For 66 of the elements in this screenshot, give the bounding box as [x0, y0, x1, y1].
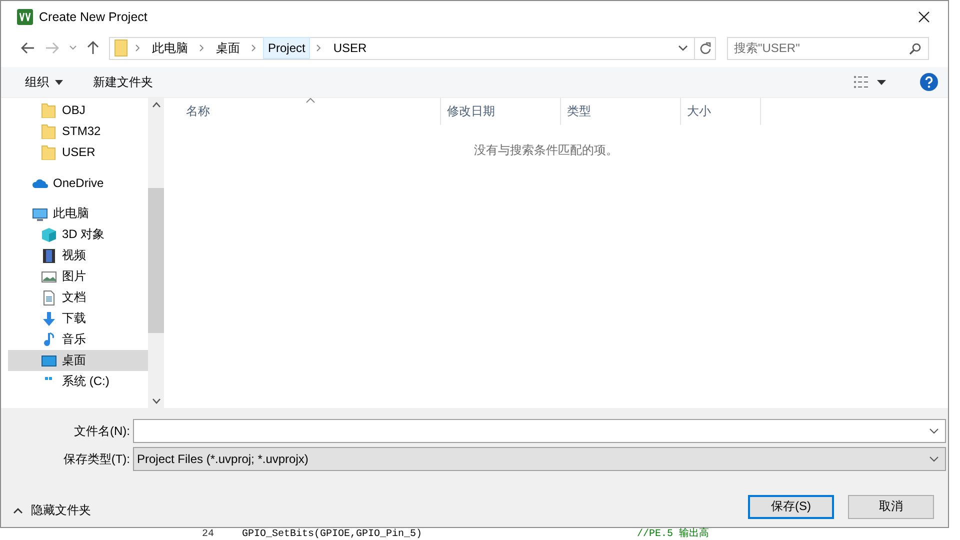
cancel-button[interactable]: 取消	[848, 494, 934, 518]
sidebar-item[interactable]: OBJ	[8, 99, 148, 120]
close-icon	[918, 11, 930, 23]
sidebar-item[interactable]: 桌面	[8, 350, 148, 371]
search-field[interactable]: 搜索"USER"	[727, 36, 929, 60]
film-icon	[41, 248, 57, 264]
breadcrumb-item[interactable]: Project	[264, 38, 310, 58]
music-note-icon	[41, 332, 57, 348]
help-icon[interactable]	[920, 73, 938, 91]
file-name-field[interactable]	[133, 419, 946, 443]
field-label: 保存类型(T):	[62, 450, 131, 468]
folder-icon	[41, 144, 57, 160]
refresh-button[interactable]	[694, 36, 716, 60]
scroll-down-icon	[152, 398, 160, 404]
hide-folders-button[interactable]: 隐藏文件夹	[11, 498, 93, 523]
cube-icon	[41, 226, 57, 242]
field-label: 文件名(N):	[73, 422, 131, 440]
document-icon	[41, 290, 57, 306]
organize-menu-button[interactable]: 组织	[19, 70, 69, 94]
dropdown-caret-icon[interactable]	[678, 44, 688, 52]
caret-icon	[55, 80, 63, 84]
sidebar-item[interactable]: 文档	[8, 287, 148, 308]
search-icon	[909, 42, 921, 54]
sidebar-item[interactable]: STM32	[8, 120, 148, 141]
down-arrow-icon	[41, 310, 57, 326]
save-button[interactable]: 保存(S)	[748, 494, 834, 518]
sidebar-item[interactable]: 此电脑	[8, 203, 148, 224]
picture-icon	[41, 268, 57, 284]
sidebar-item[interactable]: USER	[8, 141, 148, 162]
caret-icon[interactable]	[877, 80, 886, 84]
dropdown-caret-icon	[929, 456, 939, 462]
code-comment: //PE.5 输出高	[637, 528, 710, 540]
new-folder-button[interactable]: 新建文件夹	[87, 70, 159, 94]
sidebar-item[interactable]: 音乐	[8, 329, 148, 350]
folder-icon	[41, 122, 57, 138]
scrollbar-thumb[interactable]	[148, 188, 164, 333]
sidebar-item[interactable]: 图片	[8, 266, 148, 287]
computer-icon	[32, 206, 48, 222]
drive-icon	[45, 377, 52, 380]
save-type-dropdown[interactable]: Project Files (*.uvproj; *.uvprojx)	[133, 447, 946, 471]
dropdown-caret-icon	[929, 428, 939, 434]
folder-icon	[41, 102, 57, 118]
breadcrumb-item[interactable]: 此电脑	[148, 36, 192, 60]
sort-caret-icon	[306, 98, 315, 103]
empty-message: 没有与搜索条件匹配的项。	[474, 142, 618, 159]
breadcrumb-item[interactable]: 桌面	[212, 36, 244, 60]
app-icon	[17, 9, 33, 25]
scrollbar[interactable]	[148, 98, 164, 408]
details-view-icon[interactable]	[853, 75, 869, 89]
sidebar-item[interactable]: 下载	[8, 308, 148, 329]
sidebar-item[interactable]: 3D 对象	[8, 224, 148, 245]
sidebar-item[interactable]: 视频	[8, 245, 148, 266]
up-arrow-icon[interactable]	[87, 41, 99, 55]
folder-icon	[114, 39, 128, 57]
desktop-icon	[41, 352, 57, 368]
scroll-up-icon	[152, 102, 160, 108]
code-line: GPIO_SetBits(GPIOE,GPIO_Pin_5)	[242, 528, 424, 540]
back-arrow-icon[interactable]	[21, 42, 35, 54]
line-number: 24	[202, 528, 216, 540]
sidebar-item[interactable]: 系统 (C:)	[8, 371, 148, 392]
refresh-icon	[699, 42, 711, 54]
breadcrumb-item[interactable]: USER	[329, 38, 371, 58]
sidebar-item[interactable]: OneDrive	[8, 172, 148, 193]
caret-up-icon	[13, 508, 23, 514]
window-title: Create New Project	[39, 10, 148, 24]
address-bar[interactable]: 此电脑 桌面 Project USER	[109, 36, 695, 60]
